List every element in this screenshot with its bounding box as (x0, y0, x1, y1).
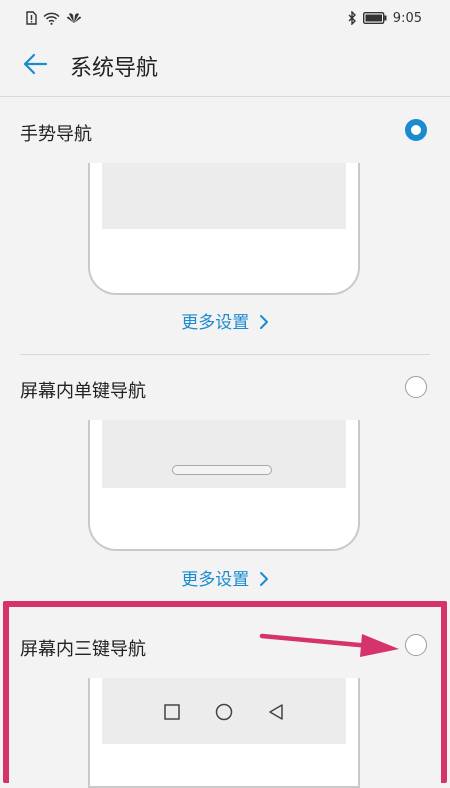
phone-preview (88, 420, 360, 551)
more-settings-link[interactable]: 更多设置 (0, 308, 450, 335)
more-settings-label: 更多设置 (181, 313, 250, 333)
back-button[interactable] (0, 36, 70, 96)
option-title: 手势导航 (20, 124, 92, 145)
bluetooth-icon (348, 11, 357, 25)
single-key-pill-icon (172, 465, 272, 475)
radio-button[interactable] (405, 376, 427, 398)
more-settings-label: 更多设置 (181, 570, 250, 590)
status-right: 9:05 (348, 11, 422, 26)
radio-button-selected[interactable] (405, 119, 427, 141)
sim-alert-icon (26, 11, 37, 25)
chevron-right-icon (259, 314, 269, 335)
more-settings-link[interactable]: 更多设置 (0, 565, 450, 592)
huawei-logo-icon (66, 12, 82, 24)
wifi-icon (43, 12, 60, 25)
option-gesture-navigation[interactable]: 手势导航 更多设置 (0, 97, 450, 355)
annotation-arrow-icon (259, 633, 399, 657)
status-left (26, 11, 82, 25)
phone-preview (88, 163, 360, 295)
option-title: 屏幕内单键导航 (20, 381, 146, 402)
phone-preview-screen (102, 420, 346, 488)
chevron-right-icon (259, 571, 269, 592)
clock: 9:05 (392, 10, 422, 26)
arrow-left-icon (22, 53, 48, 79)
status-bar: 9:05 (0, 0, 450, 36)
option-single-key-navigation[interactable]: 屏幕内单键导航 更多设置 (0, 355, 450, 600)
page-title: 系统导航 (70, 56, 159, 81)
app-bar: 系统导航 (0, 36, 450, 96)
battery-icon (362, 12, 387, 24)
phone-preview-screen (102, 163, 346, 229)
